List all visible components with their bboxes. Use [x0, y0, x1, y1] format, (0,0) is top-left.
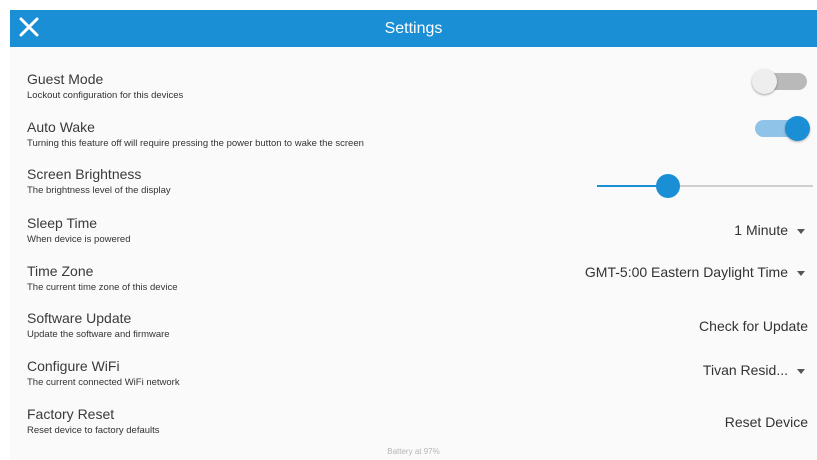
setting-label: Auto Wake	[27, 119, 95, 135]
setting-row-factory-reset: Factory Reset Reset device to factory de…	[10, 406, 817, 450]
setting-description: Update the software and firmware	[27, 329, 170, 340]
wifi-network-dropdown[interactable]: Tivan Resid...	[703, 362, 805, 378]
time-zone-dropdown[interactable]: GMT-5:00 Eastern Daylight Time	[585, 264, 805, 280]
dropdown-value: 1 Minute	[734, 222, 788, 238]
setting-label: Factory Reset	[27, 406, 115, 422]
dropdown-value: GMT-5:00 Eastern Daylight Time	[584, 264, 788, 280]
setting-description: The current connected WiFi network	[27, 377, 180, 388]
setting-description: The current time zone of this device	[27, 282, 178, 293]
guest-mode-toggle[interactable]	[752, 69, 807, 94]
dropdown-value: Tivan Resid...	[702, 362, 788, 378]
chevron-down-icon	[797, 368, 805, 374]
setting-row-sleep-time: Sleep Time When device is powered	[10, 215, 817, 259]
setting-row-software-update: Software Update Update the software and …	[10, 310, 817, 354]
setting-label: Guest Mode	[27, 71, 104, 87]
setting-description: When device is powered	[27, 234, 131, 245]
slider-knob[interactable]	[656, 174, 680, 198]
chevron-down-icon	[797, 270, 805, 276]
setting-description: Reset device to factory defaults	[27, 425, 160, 436]
auto-wake-toggle[interactable]	[755, 116, 810, 141]
check-for-update-button[interactable]: Check for Update	[699, 318, 808, 334]
settings-screen: Settings Guest Mode Lockout configuratio…	[10, 10, 817, 460]
setting-row-guest-mode: Guest Mode Lockout configuration for thi…	[10, 71, 817, 115]
setting-label: Software Update	[27, 310, 132, 326]
chevron-down-icon	[797, 228, 805, 234]
battery-status: Battery at 97%	[387, 447, 440, 456]
brightness-slider[interactable]	[597, 174, 813, 198]
page-title: Settings	[384, 20, 443, 37]
setting-label: Time Zone	[27, 263, 94, 279]
setting-label: Sleep Time	[27, 215, 98, 231]
setting-description: The brightness level of the display	[27, 185, 171, 196]
setting-description: Turning this feature off will require pr…	[27, 138, 364, 149]
sleep-time-dropdown[interactable]: 1 Minute	[734, 222, 805, 238]
setting-description: Lockout configuration for this devices	[27, 90, 184, 101]
reset-device-button[interactable]: Reset Device	[725, 414, 808, 430]
setting-label: Configure WiFi	[27, 358, 120, 374]
setting-row-configure-wifi: Configure WiFi The current connected WiF…	[10, 358, 817, 402]
setting-label: Screen Brightness	[27, 166, 142, 182]
app-bar: Settings	[10, 10, 817, 47]
setting-row-auto-wake: Auto Wake Turning this feature off will …	[10, 119, 817, 163]
